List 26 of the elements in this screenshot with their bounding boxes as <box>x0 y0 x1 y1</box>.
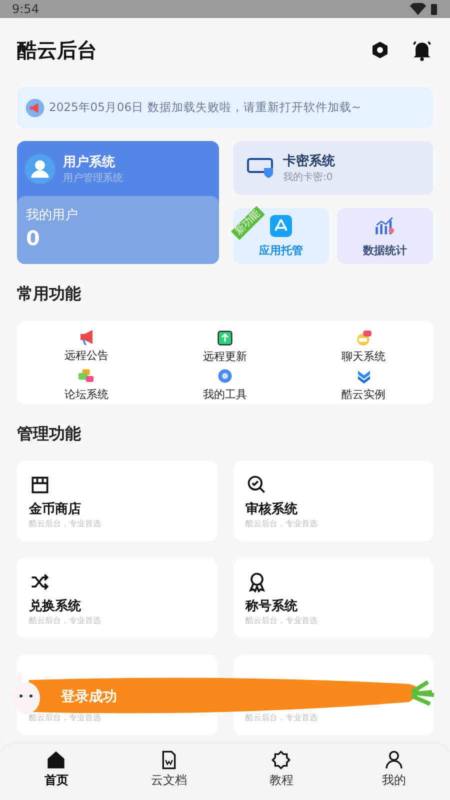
manage-subtitle: 酷云后台，专业首选 <box>29 518 102 529</box>
card-title: 用户系统 <box>63 154 116 170</box>
new-ribbon: 新功能 <box>231 206 265 240</box>
notice-text: 数据加载失败啦，请重新打开软件加载~ <box>148 100 362 115</box>
app-title: 酷云后台 <box>17 36 98 64</box>
section-title: 管理功能 <box>17 424 82 445</box>
manage-subtitle: 酷云后台，专业首选 <box>29 712 102 723</box>
tile-label: 应用托管 <box>259 242 303 258</box>
status-time: 9:54 <box>12 2 39 16</box>
manage-title: 兑换系统 <box>29 598 82 615</box>
card-title: 卡密系统 <box>283 152 335 170</box>
manage-title: 称号系统 <box>246 598 298 615</box>
section-title: 常用功能 <box>17 284 82 305</box>
card-subtitle: 我的卡密:0 <box>283 170 334 184</box>
manage-subtitle: 酷云后台，专业首选 <box>246 712 318 723</box>
manage-subtitle: 酷云后台，专业首选 <box>246 615 318 626</box>
manage-subtitle: 酷云后台，专业首选 <box>29 615 102 626</box>
notice-date: 2025年05月06日 <box>49 100 144 115</box>
manage-subtitle: 酷云后台，专业首选 <box>246 518 318 529</box>
manage-title: 审核系统 <box>246 500 298 518</box>
toast-message: 登录成功 <box>61 688 117 706</box>
users-label: 我的用户 <box>26 207 79 224</box>
card-subtitle: 用户管理系统 <box>63 172 123 184</box>
manage-title: 金币商店 <box>29 500 82 518</box>
tile-label: 数据统计 <box>363 242 407 258</box>
users-count: 0 <box>26 226 41 250</box>
